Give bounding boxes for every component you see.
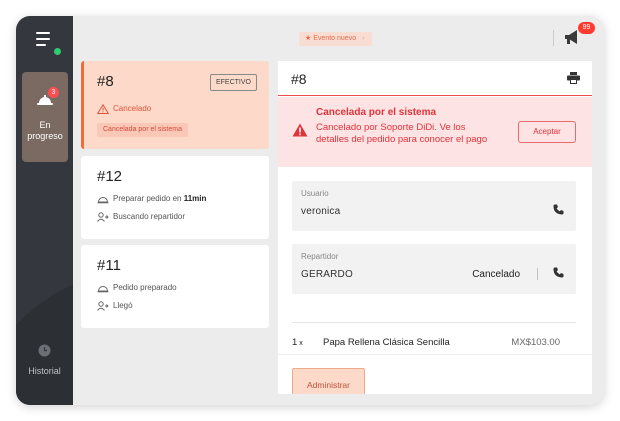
alert-title: Cancelada por el sistema [316,107,437,118]
nav-item-in-progress[interactable]: 3 En progreso [22,72,68,162]
item-price: MX$103.00 [511,337,560,348]
clock-icon [38,344,51,357]
order-status: Cancelado [97,104,151,114]
order-card[interactable]: #12 Preparar pedido en 11min Buscando re… [81,156,269,239]
sidebar: 3 En progreso Historial [16,16,73,405]
in-progress-badge: 3 [48,87,59,98]
courier-info-box: Repartidor GERARDO Cancelado [292,244,576,294]
order-card[interactable]: #11 Pedido preparado Llegó [81,245,269,328]
cancellation-alert: Cancelada por el sistema Cancelado por S… [278,97,592,167]
courier-status: Buscando repartidor [97,212,185,222]
divider [292,322,576,323]
menu-icon-line [36,32,50,34]
chevron-right-icon: › [362,35,365,42]
menu-icon-line [36,38,50,40]
menu-icon-line [36,44,46,46]
courier-name: GERARDO [301,269,353,280]
warning-icon [292,123,308,137]
order-card[interactable]: #8 EFECTIVO Cancelado Cancelada por el s… [81,61,269,149]
courier-state: Cancelado [472,269,520,280]
nav-item-history[interactable]: Historial [16,344,73,384]
printer-icon[interactable] [567,72,580,84]
prep-time: 11min [183,194,207,204]
order-detail-panel: #8 Cancelada por el sistema Cancelado po… [278,61,592,394]
courier-label: Repartidor [301,252,339,261]
accept-button[interactable]: Aceptar [518,121,576,143]
divider [553,30,554,46]
item-name: Papa Rellena Clásica Sencilla [323,337,450,348]
divider [537,268,538,280]
notification-badge: 99 [578,22,595,34]
order-detail-header: #8 [278,61,592,96]
nav-item-label: En progreso [27,120,63,141]
service-bell-outline-icon [97,197,109,204]
detail-footer: Administrar [278,354,592,394]
order-status: Pedido preparado [97,283,177,293]
user-label: Usuario [301,189,329,198]
order-status-text: Pedido preparado [113,283,177,293]
alert-message: Cancelado por Soporte DiDi. Ve los detal… [316,122,488,145]
menu-button[interactable] [28,30,62,56]
payment-method-tag: EFECTIVO [209,74,257,91]
cancel-reason-chip: Cancelada por el sistema [97,123,188,137]
order-number: #8 [97,73,114,90]
order-status: Preparar pedido en 11min [97,194,206,204]
new-event-pill[interactable]: ★ Evento nuevo › [299,32,373,46]
app-window: 3 En progreso Historial ★ Evento nuevo › 9… [16,16,604,405]
order-status-text: Preparar pedido en [113,194,184,204]
event-label: Evento nuevo [313,35,357,42]
item-quantity-unit: x [299,340,303,347]
nav-item-label: Historial [28,366,61,376]
order-number: #11 [97,257,121,274]
service-bell-outline-icon [97,286,109,293]
item-quantity-value: 1 [292,337,298,348]
courier-status-text: Llegó [113,301,133,311]
user-name: veronica [301,206,341,217]
top-bar: ★ Evento nuevo › 99 [73,16,604,61]
order-number: #12 [97,168,123,185]
online-status-dot [53,47,62,56]
order-number: #8 [291,71,307,87]
warning-outline-icon [97,104,109,114]
manage-button[interactable]: Administrar [292,368,365,394]
courier-status-text: Buscando repartidor [113,212,186,222]
star-icon: ★ [305,35,312,42]
order-status-text: Cancelado [113,104,152,114]
courier-status: Llegó [97,301,133,311]
phone-icon[interactable] [553,204,564,215]
phone-icon[interactable] [553,267,564,278]
user-info-box: Usuario veronica [292,181,576,231]
item-quantity: 1x [292,337,303,348]
courier-icon [97,212,109,222]
courier-icon [97,301,109,311]
